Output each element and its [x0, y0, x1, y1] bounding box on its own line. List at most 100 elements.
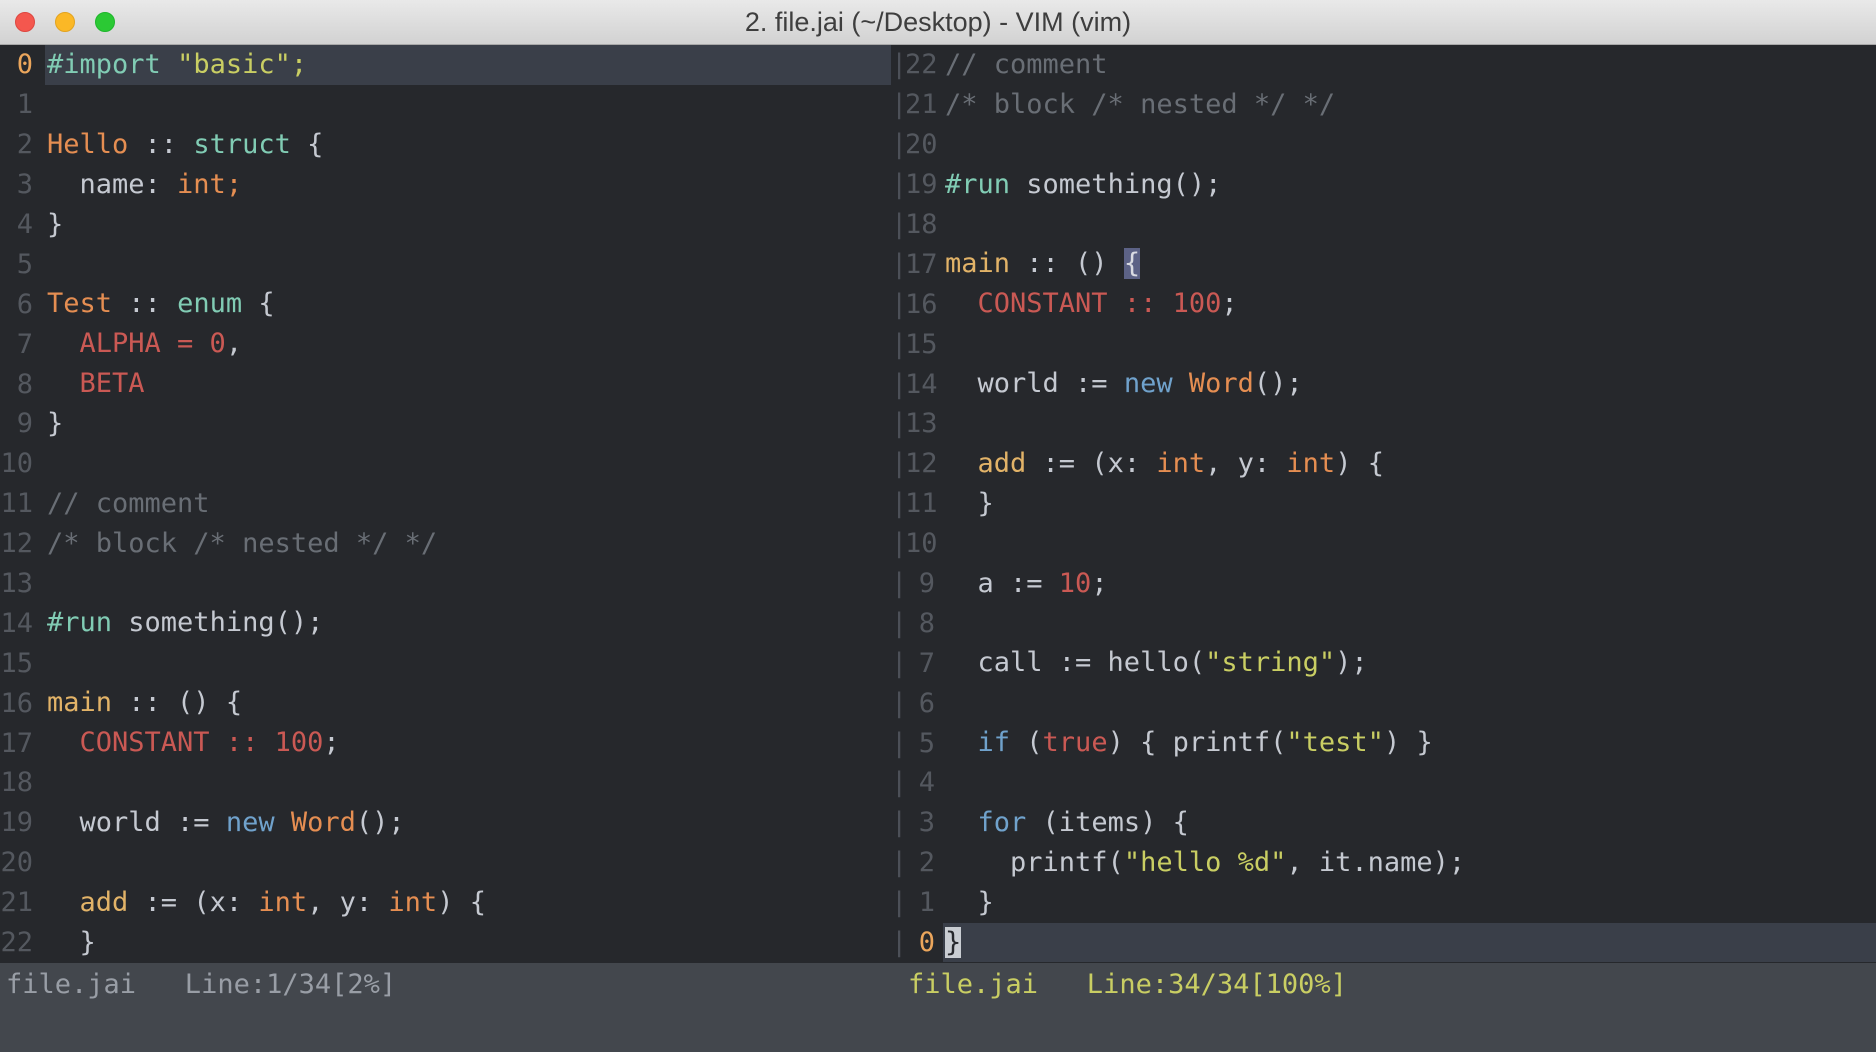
- line-number: 18: [905, 209, 935, 240]
- code-line[interactable]: |1 }: [891, 883, 1876, 923]
- code-line[interactable]: |7 call := hello("string");: [891, 643, 1876, 683]
- line-content: if (true) { printf("test") }: [943, 723, 1876, 763]
- code-line[interactable]: 9}: [0, 404, 891, 444]
- pane-left-lines: 0 #import "basic";12Hello :: struct {3 na…: [0, 45, 891, 962]
- code-line[interactable]: 8 BETA: [0, 364, 891, 404]
- code-line[interactable]: |15: [891, 324, 1876, 364]
- code-line[interactable]: 20: [0, 843, 891, 883]
- code-line[interactable]: |13: [891, 404, 1876, 444]
- code-line[interactable]: 12/* block /* nested */ */: [0, 524, 891, 564]
- code-token: /* block /* nested */ */: [47, 528, 437, 559]
- code-line[interactable]: 18: [0, 763, 891, 803]
- pane-left[interactable]: 0 #import "basic";12Hello :: struct {3 na…: [0, 45, 891, 963]
- line-number: 18: [0, 767, 33, 798]
- split-divider-glyph: |: [891, 329, 905, 360]
- line-content: #import "basic";: [45, 45, 891, 85]
- line-content: }: [45, 205, 891, 245]
- code-token: ();: [1254, 368, 1303, 399]
- code-token: [945, 288, 978, 319]
- code-line[interactable]: 3 name: int;: [0, 165, 891, 205]
- line-number: 20: [905, 129, 935, 160]
- code-line[interactable]: |18: [891, 205, 1876, 245]
- code-token: , it.name);: [1286, 847, 1465, 878]
- code-token: enum: [177, 288, 242, 319]
- code-line[interactable]: |4: [891, 763, 1876, 803]
- code-token: :: () {: [112, 687, 242, 718]
- code-line[interactable]: |5 if (true) { printf("test") }: [891, 723, 1876, 763]
- code-line[interactable]: |16 CONSTANT :: 100;: [891, 284, 1876, 324]
- code-line[interactable]: 14#run something();: [0, 603, 891, 643]
- code-line[interactable]: |0}: [891, 923, 1876, 963]
- titlebar[interactable]: 2. file.jai (~/Desktop) - VIM (vim): [0, 0, 1876, 45]
- code-line[interactable]: 7 ALPHA = 0,: [0, 324, 891, 364]
- code-line[interactable]: |21/* block /* nested */ */: [891, 85, 1876, 125]
- line-number: 3: [905, 807, 935, 838]
- code-token: , y:: [307, 887, 388, 918]
- code-line[interactable]: 2Hello :: struct {: [0, 125, 891, 165]
- line-content: main :: () {: [943, 244, 1876, 284]
- code-line[interactable]: 17 CONSTANT :: 100;: [0, 723, 891, 763]
- code-line[interactable]: |9 a := 10;: [891, 564, 1876, 604]
- code-token: CONSTANT :: 100: [80, 727, 324, 758]
- code-line[interactable]: |14 world := new Word();: [891, 364, 1876, 404]
- code-line[interactable]: 15: [0, 643, 891, 683]
- code-line[interactable]: 19 world := new Word();: [0, 803, 891, 843]
- line-number: 11: [0, 488, 33, 519]
- code-line[interactable]: 22 }: [0, 923, 891, 963]
- code-line[interactable]: 13: [0, 564, 891, 604]
- code-token: {: [1124, 248, 1140, 279]
- split-divider-glyph: |: [891, 728, 905, 759]
- line-number: 5: [0, 249, 33, 280]
- code-token: ::: [128, 129, 193, 160]
- line-content: BETA: [45, 364, 891, 404]
- line-number: 19: [0, 807, 33, 838]
- code-line[interactable]: |8: [891, 603, 1876, 643]
- line-number: 1: [0, 89, 33, 120]
- pane-right[interactable]: |22// comment|21/* block /* nested */ */…: [891, 45, 1876, 963]
- line-content: world := new Word();: [45, 803, 891, 843]
- code-line[interactable]: |19#run something();: [891, 165, 1876, 205]
- code-line[interactable]: |12 add := (x: int, y: int) {: [891, 444, 1876, 484]
- line-content: [943, 524, 1876, 564]
- code-line[interactable]: 21 add := (x: int, y: int) {: [0, 883, 891, 923]
- split-divider-glyph: |: [891, 209, 905, 240]
- status-right: file.jai Line:34/34[100%]: [908, 963, 1347, 1007]
- code-token: [161, 49, 177, 80]
- line-content: Hello :: struct {: [45, 125, 891, 165]
- line-content: [943, 324, 1876, 364]
- line-number: 13: [0, 568, 33, 599]
- split-divider-glyph: |: [891, 129, 905, 160]
- line-content: [45, 244, 891, 284]
- code-line[interactable]: 6Test :: enum {: [0, 284, 891, 324]
- code-token: {: [242, 288, 275, 319]
- line-number: 21: [905, 89, 935, 120]
- code-line[interactable]: 0 #import "basic";: [0, 45, 891, 85]
- code-token: Word: [291, 807, 356, 838]
- code-line[interactable]: |11 }: [891, 484, 1876, 524]
- line-number: 0: [0, 49, 33, 80]
- code-line[interactable]: |17main :: () {: [891, 244, 1876, 284]
- code-line[interactable]: 10: [0, 444, 891, 484]
- code-line[interactable]: |20: [891, 125, 1876, 165]
- code-token: world :=: [945, 368, 1124, 399]
- line-content: for (items) {: [943, 803, 1876, 843]
- code-token: ();: [356, 807, 405, 838]
- code-line[interactable]: |2 printf("hello %d", it.name);: [891, 843, 1876, 883]
- line-content: }: [943, 484, 1876, 524]
- code-line[interactable]: 1: [0, 85, 891, 125]
- split-divider-glyph: |: [891, 688, 905, 719]
- code-line[interactable]: 11// comment: [0, 484, 891, 524]
- split-divider-glyph: |: [891, 448, 905, 479]
- code-line[interactable]: |3 for (items) {: [891, 803, 1876, 843]
- line-number: 2: [905, 847, 935, 878]
- code-line[interactable]: |6: [891, 683, 1876, 723]
- status-bar: file.jai Line:1/34[2%] file.jai Line:34/…: [0, 963, 1876, 1052]
- code-line[interactable]: |22// comment: [891, 45, 1876, 85]
- code-token: printf(: [945, 847, 1124, 878]
- line-number: 16: [0, 688, 33, 719]
- code-line[interactable]: 5: [0, 244, 891, 284]
- code-line[interactable]: |10: [891, 524, 1876, 564]
- line-content: Test :: enum {: [45, 284, 891, 324]
- code-line[interactable]: 4}: [0, 205, 891, 245]
- code-line[interactable]: 16main :: () {: [0, 683, 891, 723]
